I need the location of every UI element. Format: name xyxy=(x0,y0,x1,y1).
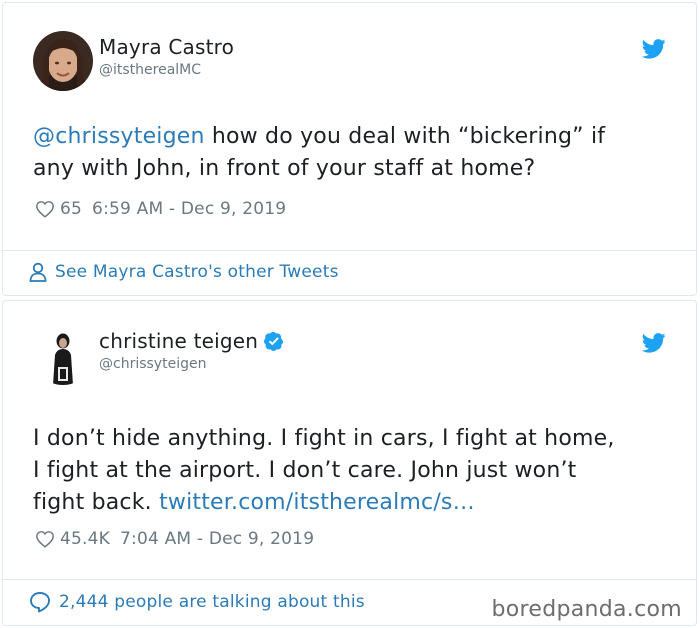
tweet-header: christine teigen @chrissyteigen xyxy=(33,325,284,385)
verified-badge-icon xyxy=(264,331,284,351)
tweet-card-christine[interactable]: christine teigen @chrissyteigen I don’t … xyxy=(2,300,697,626)
mention-link[interactable]: @chrissyteigen xyxy=(33,124,205,149)
tweet-card-mayra[interactable]: Mayra Castro @itstherealMC @chrissyteige… xyxy=(2,2,697,296)
other-tweets-link[interactable]: See Mayra Castro's other Tweets xyxy=(29,262,339,282)
timestamp[interactable]: 6:59 AM - Dec 9, 2019 xyxy=(92,199,286,219)
user-handle[interactable]: @chrissyteigen xyxy=(99,355,284,373)
tweet-header: Mayra Castro @itstherealMC xyxy=(33,31,234,91)
divider xyxy=(3,579,696,580)
tweet-meta: 65 6:59 AM - Dec 9, 2019 xyxy=(35,199,286,219)
avatar[interactable] xyxy=(33,31,93,91)
tweet-meta: 45.4K 7:04 AM - Dec 9, 2019 xyxy=(35,529,314,549)
speech-bubble-icon xyxy=(30,592,50,613)
heart-outline-icon[interactable] xyxy=(35,200,55,218)
person-icon xyxy=(29,262,47,282)
tweet-text: I don’t hide anything. I fight in cars, … xyxy=(33,423,673,519)
like-count[interactable]: 65 xyxy=(60,199,82,219)
watermark: boredpanda.com xyxy=(491,597,682,622)
display-name[interactable]: Mayra Castro xyxy=(99,35,234,59)
conversation-label: 2,444 people are talking about this xyxy=(59,592,365,612)
other-tweets-label: See Mayra Castro's other Tweets xyxy=(55,262,339,282)
like-count[interactable]: 45.4K xyxy=(60,529,110,549)
conversation-link[interactable]: 2,444 people are talking about this xyxy=(29,591,365,613)
embedded-tweets-page: Mayra Castro @itstherealMC @chrissyteige… xyxy=(0,0,700,628)
timestamp[interactable]: 7:04 AM - Dec 9, 2019 xyxy=(120,529,314,549)
user-handle[interactable]: @itstherealMC xyxy=(99,61,234,79)
display-name[interactable]: christine teigen xyxy=(99,329,258,353)
name-row: Mayra Castro xyxy=(99,35,234,59)
tweet-text-line2: any with John, in front of your staff at… xyxy=(33,156,536,181)
twitter-bird-icon[interactable] xyxy=(642,39,666,59)
heart-outline-icon[interactable] xyxy=(35,530,55,548)
author-names: christine teigen @chrissyteigen xyxy=(99,329,284,373)
tweet-text-line1: I don’t hide anything. I fight in cars, … xyxy=(33,426,615,451)
tweet-text: @chrissyteigen how do you deal with “bic… xyxy=(33,121,673,185)
name-row: christine teigen xyxy=(99,329,284,353)
avatar[interactable] xyxy=(33,325,93,385)
author-names: Mayra Castro @itstherealMC xyxy=(99,35,234,79)
twitter-bird-icon[interactable] xyxy=(642,333,666,353)
quoted-tweet-link[interactable]: twitter.com/itstherealmc/s… xyxy=(159,490,475,515)
tweet-text-line3: fight back. xyxy=(33,490,160,515)
divider xyxy=(3,250,696,251)
tweet-text-line1: how do you deal with “bickering” if xyxy=(204,124,606,149)
tweet-text-line2: I fight at the airport. I don’t care. Jo… xyxy=(33,458,577,483)
